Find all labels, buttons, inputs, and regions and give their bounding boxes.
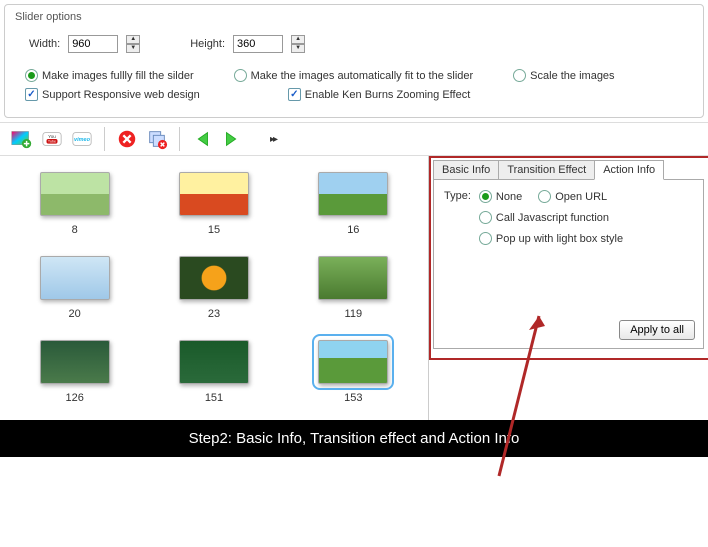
thumbnail-item[interactable]: 126 xyxy=(10,340,139,404)
radio-type-popup[interactable]: Pop up with light box style xyxy=(479,232,623,245)
panel-title: Slider options xyxy=(15,11,693,23)
radio-icon xyxy=(479,190,492,203)
apply-to-all-button[interactable]: Apply to all xyxy=(619,320,695,340)
prev-button[interactable] xyxy=(190,127,214,151)
thumbnail-label: 151 xyxy=(205,392,223,404)
thumbnail-label: 23 xyxy=(208,308,220,320)
checkbox-icon xyxy=(288,88,301,101)
toolbar: YouTube vimeo ▸▸ xyxy=(0,122,708,156)
width-input[interactable] xyxy=(68,35,118,53)
thumbnail-image xyxy=(179,340,249,384)
side-panel: Basic Info Transition Effect Action Info… xyxy=(428,156,708,420)
radio-icon xyxy=(479,211,492,224)
expand-button[interactable]: ▸▸ xyxy=(270,134,276,145)
width-spinner[interactable]: ▲▼ xyxy=(126,35,140,53)
thumbnail-label: 15 xyxy=(208,224,220,236)
radio-full-fill[interactable]: Make images fullly fill the silder xyxy=(25,69,194,82)
add-image-button[interactable] xyxy=(10,127,34,151)
thumbnail-label: 16 xyxy=(347,224,359,236)
thumbnail-label: 8 xyxy=(72,224,78,236)
radio-auto-fit[interactable]: Make the images automatically fit to the… xyxy=(234,69,474,82)
thumbnail-item[interactable]: 153 xyxy=(289,340,418,404)
thumbnail-item[interactable]: 151 xyxy=(149,340,278,404)
checkbox-icon xyxy=(25,88,38,101)
height-label: Height: xyxy=(190,38,225,50)
remove-all-button[interactable] xyxy=(145,127,169,151)
type-label: Type: xyxy=(444,190,471,202)
thumbnail-image xyxy=(40,256,110,300)
thumbnail-image xyxy=(179,256,249,300)
thumbnail-item[interactable]: 15 xyxy=(149,172,278,236)
thumbnail-label: 119 xyxy=(345,308,363,320)
separator xyxy=(179,127,180,151)
radio-type-none[interactable]: None xyxy=(479,190,522,203)
thumbnail-grid: 8 15 16 20 23 119 126 151 153 xyxy=(0,156,428,420)
radio-type-open-url[interactable]: Open URL xyxy=(538,190,607,203)
radio-icon xyxy=(479,232,492,245)
next-button[interactable] xyxy=(220,127,244,151)
svg-text:Tube: Tube xyxy=(48,140,56,144)
thumbnail-image xyxy=(40,340,110,384)
check-responsive[interactable]: Support Responsive web design xyxy=(25,88,200,101)
radio-icon xyxy=(234,69,247,82)
tab-basic-info[interactable]: Basic Info xyxy=(433,160,499,180)
thumbnail-item[interactable]: 20 xyxy=(10,256,139,320)
width-label: Width: xyxy=(29,38,60,50)
thumbnail-item[interactable]: 119 xyxy=(289,256,418,320)
radio-icon xyxy=(25,69,38,82)
radio-icon xyxy=(513,69,526,82)
radio-scale[interactable]: Scale the images xyxy=(513,69,614,82)
tab-action-info[interactable]: Action Info xyxy=(594,160,664,180)
thumbnail-image xyxy=(40,172,110,216)
check-kenburns[interactable]: Enable Ken Burns Zooming Effect xyxy=(288,88,471,101)
radio-type-call-js[interactable]: Call Javascript function xyxy=(479,211,623,224)
tab-transition-effect[interactable]: Transition Effect xyxy=(498,160,595,180)
radio-icon xyxy=(538,190,551,203)
height-spinner[interactable]: ▲▼ xyxy=(291,35,305,53)
thumbnail-item[interactable]: 16 xyxy=(289,172,418,236)
thumbnail-item[interactable]: 23 xyxy=(149,256,278,320)
delete-button[interactable] xyxy=(115,127,139,151)
thumbnail-item[interactable]: 8 xyxy=(10,172,139,236)
slider-options-panel: Slider options Width: ▲▼ Height: ▲▼ Make… xyxy=(4,4,704,118)
tab-body: Type: None Open URL Call Javascript func… xyxy=(433,179,704,349)
vimeo-button[interactable]: vimeo xyxy=(70,127,94,151)
height-input[interactable] xyxy=(233,35,283,53)
thumbnail-image xyxy=(318,256,388,300)
thumbnail-image xyxy=(318,340,388,384)
thumbnail-image xyxy=(179,172,249,216)
svg-text:You: You xyxy=(48,134,56,139)
youtube-button[interactable]: YouTube xyxy=(40,127,64,151)
thumbnail-label: 126 xyxy=(65,392,83,404)
separator xyxy=(104,127,105,151)
svg-text:vimeo: vimeo xyxy=(74,137,91,143)
thumbnail-label: 20 xyxy=(69,308,81,320)
caption-bar: Step2: Basic Info, Transition effect and… xyxy=(0,420,708,457)
thumbnail-label: 153 xyxy=(344,392,362,404)
thumbnail-image xyxy=(318,172,388,216)
